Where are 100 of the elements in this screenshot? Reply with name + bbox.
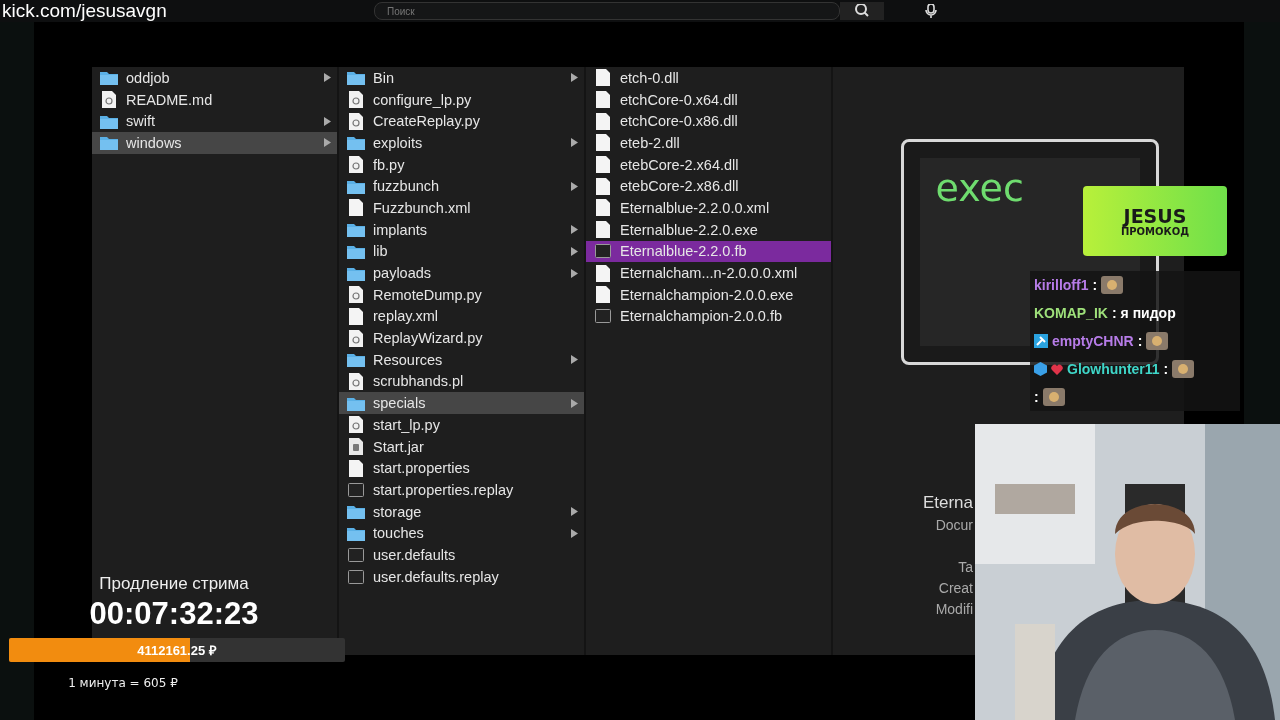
document-icon (594, 286, 612, 304)
folder-icon (347, 525, 365, 541)
script-file-icon (100, 91, 118, 109)
chat-separator: : (1111, 305, 1117, 321)
file-row[interactable]: Eternalchampion-2.0.0.fb (586, 305, 831, 328)
file-row[interactable]: implants (339, 218, 584, 241)
file-row[interactable]: start.properties.replay (339, 479, 584, 501)
file-row[interactable]: swift (92, 110, 337, 133)
file-row[interactable]: Bin (339, 67, 584, 89)
file-row[interactable]: etch-0.dll (586, 67, 831, 89)
document-icon (594, 156, 612, 174)
rate-text: 1 минута = 605 ₽ (68, 676, 178, 690)
file-row[interactable]: CreateReplay.py (339, 110, 584, 133)
script-file-icon (347, 286, 365, 304)
terminal-label: exec (935, 166, 1024, 210)
document-icon (347, 199, 365, 217)
file-row[interactable]: oddjob (92, 67, 337, 89)
search-field[interactable]: Поиск (374, 2, 840, 20)
chevron-icon (571, 225, 578, 235)
file-row[interactable]: Eternalcham...n-2.0.0.0.xml (586, 262, 831, 284)
file-row[interactable]: start.properties (339, 457, 584, 480)
promo-label: ПРОМОКОД (1120, 225, 1190, 237)
document-icon (594, 134, 612, 152)
chevron-icon (571, 138, 578, 148)
emote-icon (1101, 276, 1124, 294)
chat-separator: : (1137, 333, 1143, 349)
file-row[interactable]: etchCore-0.x86.dll (586, 110, 831, 133)
file-row[interactable]: specials (339, 392, 584, 414)
file-row[interactable]: windows (92, 132, 337, 154)
file-row[interactable]: Eternalblue-2.2.0.exe (586, 218, 831, 241)
chat-username[interactable]: emptyCHNR (1052, 333, 1134, 349)
chevron-icon (571, 507, 578, 517)
document-icon (347, 459, 365, 477)
file-row[interactable]: user.defaults (339, 544, 584, 566)
file-row[interactable]: README.md (92, 88, 337, 111)
file-row[interactable]: Eternalblue-2.2.0.0.xml (586, 197, 831, 219)
file-row[interactable]: Fuzzbunch.xml (339, 197, 584, 219)
document-icon (594, 199, 612, 217)
file-row[interactable]: Eternalchampion-2.0.0.exe (586, 283, 831, 306)
document-icon (594, 91, 612, 109)
file-kind: Docur (935, 517, 973, 533)
file-row[interactable]: payloads (339, 262, 584, 284)
file-row[interactable]: exploits (339, 132, 584, 154)
chevron-icon (571, 181, 578, 191)
folder-icon (100, 70, 118, 86)
chat-separator: : (1034, 389, 1039, 405)
file-row[interactable]: fb.py (339, 153, 584, 176)
terminal-file-icon (347, 569, 365, 584)
meta-label: Modifi (935, 600, 973, 619)
document-icon (347, 307, 365, 325)
terminal-file-icon (347, 547, 365, 562)
chevron-icon (571, 528, 578, 538)
hammer-badge-icon (1034, 334, 1048, 348)
promo-code: JESUS (1123, 205, 1187, 226)
file-row[interactable]: Resources (339, 348, 584, 371)
chat-username[interactable]: Glowhunter11 (1067, 361, 1160, 377)
chevron-icon (324, 138, 331, 148)
file-row[interactable]: etebCore-2.x64.dll (586, 153, 831, 176)
chat-username[interactable]: kirilloff1 (1034, 277, 1089, 293)
microphone-icon[interactable] (924, 4, 938, 18)
file-row[interactable]: eteb-2.dll (586, 132, 831, 154)
file-row[interactable]: storage (339, 500, 584, 523)
chevron-icon (324, 116, 331, 126)
file-row[interactable]: touches (339, 522, 584, 545)
file-row[interactable]: fuzzbunch (339, 175, 584, 198)
chat-separator: : (1092, 277, 1098, 293)
file-row[interactable]: Eternalblue-2.2.0.fb (586, 240, 831, 263)
folder-icon (100, 113, 118, 129)
file-row[interactable]: user.defaults.replay (339, 565, 584, 588)
chevron-icon (571, 268, 578, 278)
search-icon[interactable] (840, 2, 884, 20)
file-row[interactable]: start_lp.py (339, 414, 584, 436)
file-title: Eterna (922, 493, 973, 513)
file-row[interactable]: Start.jar (339, 435, 584, 458)
folder-icon (347, 265, 365, 281)
script-file-icon (347, 156, 365, 174)
chevron-icon (324, 73, 331, 83)
file-row[interactable]: etebCore-2.x86.dll (586, 175, 831, 198)
file-row[interactable]: lib (339, 240, 584, 263)
file-row[interactable]: RemoteDump.py (339, 283, 584, 306)
script-file-icon (347, 91, 365, 109)
heart-badge-icon (1051, 363, 1063, 375)
document-icon (594, 112, 612, 130)
folder-icon (347, 178, 365, 194)
cube-badge-icon (1034, 362, 1047, 376)
chat-separator: : (1163, 361, 1169, 377)
terminal-file-icon (594, 309, 612, 324)
chevron-icon (571, 73, 578, 83)
stream-url: kick.com/jesusavgn (1, 0, 168, 22)
file-row[interactable]: configure_lp.py (339, 88, 584, 111)
file-row[interactable]: etchCore-0.x64.dll (586, 88, 831, 111)
chat-text: я пидор (1120, 305, 1176, 321)
folder-icon (100, 135, 118, 151)
file-row[interactable]: replay.xml (339, 305, 584, 328)
chat-username[interactable]: KOMAP_IK (1034, 305, 1108, 321)
file-row[interactable]: scrubhands.pl (339, 370, 584, 393)
chevron-icon (571, 355, 578, 365)
folder-icon (347, 504, 365, 520)
emote-icon (1172, 360, 1195, 378)
file-row[interactable]: ReplayWizard.py (339, 327, 584, 349)
